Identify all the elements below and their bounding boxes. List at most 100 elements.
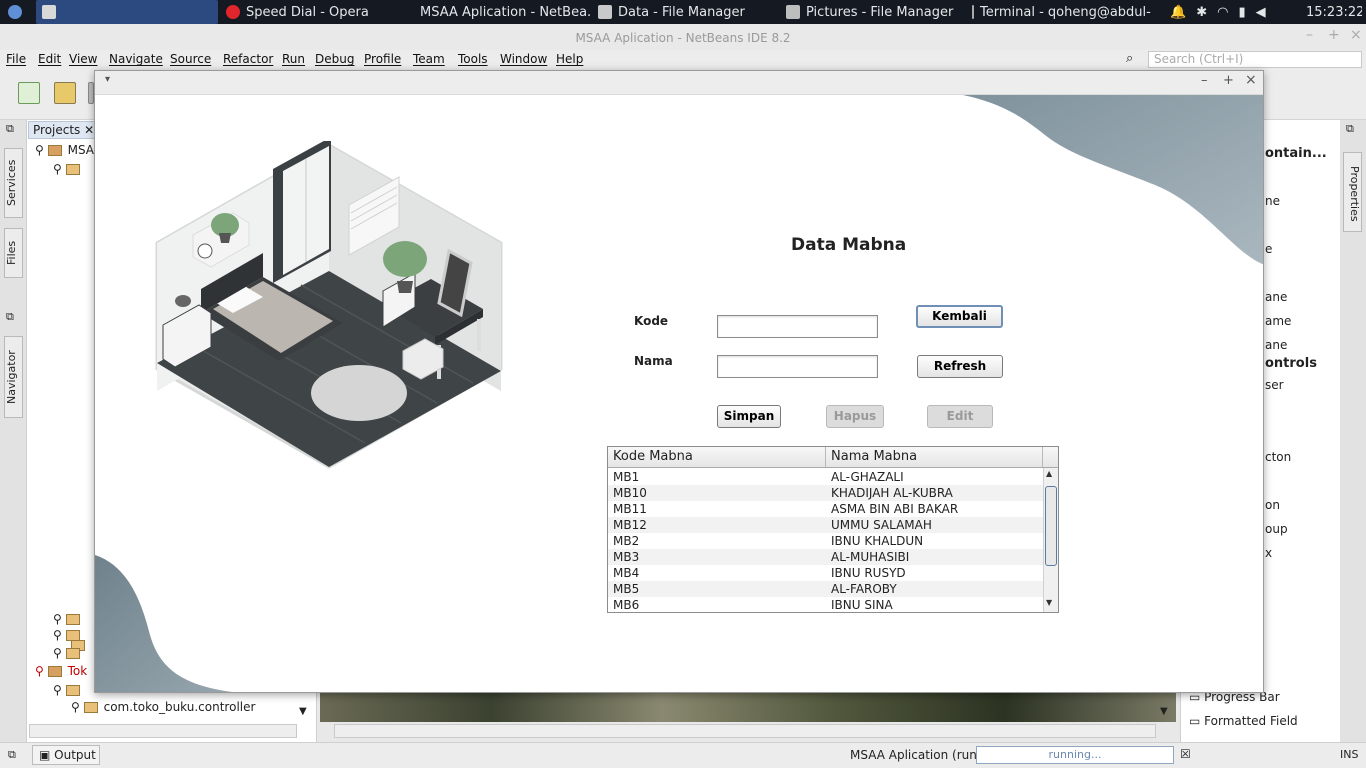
restore-window-icon[interactable]: ⧉ (6, 122, 14, 136)
palette-item[interactable]: on (1265, 498, 1280, 512)
minimize-icon[interactable]: – (1306, 27, 1313, 43)
menu-window[interactable]: Window (500, 52, 547, 66)
insert-mode-indicator: INS (1340, 748, 1359, 761)
palette-item[interactable]: ane (1265, 290, 1287, 304)
kembali-button[interactable]: Kembali (916, 305, 1003, 328)
task-label: Terminal - qoheng@abdul-... (980, 4, 1152, 20)
task-label: Speed Dial - Opera (246, 4, 369, 20)
palette-item[interactable]: e (1265, 242, 1272, 256)
editor-horizontal-scrollbar[interactable] (334, 724, 1156, 738)
hapus-button[interactable]: Hapus (826, 405, 884, 428)
tree-node[interactable]: ⚲ (53, 162, 86, 176)
simpan-button[interactable]: Simpan (717, 405, 781, 428)
cell-kode-mabna: MB6 (613, 598, 640, 612)
table-row[interactable]: MB4 IBNU RUSYD (608, 565, 1043, 581)
restore-window-icon[interactable]: ⧉ (8, 748, 16, 762)
tree-node[interactable]: ⚲ (53, 683, 86, 697)
tree-node[interactable]: ⚲ (53, 646, 86, 660)
refresh-button[interactable]: Refresh (917, 355, 1003, 378)
menu-edit[interactable]: Edit (38, 52, 61, 66)
task-opera[interactable]: Speed Dial - Opera (226, 0, 396, 24)
maximize-icon[interactable]: + (1223, 73, 1234, 88)
tree-node-controller[interactable]: ⚲ com.toko_buku.controller (71, 700, 255, 714)
palette-item-formatted-field[interactable]: ▭ Formatted Field (1189, 714, 1298, 728)
scrollbar-thumb[interactable] (1045, 486, 1057, 566)
palette-item[interactable]: oup (1265, 522, 1288, 536)
task-label: Data - File Manager (618, 4, 745, 20)
tree-node-toko[interactable]: ⚲ Tok (35, 664, 87, 678)
nama-field[interactable] (717, 355, 878, 378)
palette-item[interactable]: x (1265, 546, 1272, 560)
cell-kode-mabna: MB1 (613, 470, 640, 484)
task-terminal[interactable]: Terminal - qoheng@abdul-... (972, 0, 1152, 24)
restore-window-icon[interactable]: ⧉ (6, 310, 14, 324)
palette-item[interactable]: ame (1265, 314, 1291, 328)
scroll-down-icon[interactable]: ▼ (1160, 706, 1168, 717)
wifi-icon[interactable]: ◠ (1217, 5, 1228, 20)
palette-item[interactable]: ane (1265, 338, 1287, 352)
tree-node[interactable]: ⚲ (53, 612, 86, 626)
palette-item[interactable]: ne (1265, 194, 1280, 208)
menu-navigate[interactable]: Navigate (109, 52, 163, 66)
menu-team[interactable]: Team (413, 52, 445, 66)
menu-source[interactable]: Source (170, 52, 211, 66)
palette-category[interactable]: ontrols (1265, 356, 1317, 371)
menu-debug[interactable]: Debug (315, 52, 354, 66)
volume-icon[interactable]: ◀ (1256, 5, 1266, 20)
table-row[interactable]: MB3 AL-MUHASIBI (608, 549, 1043, 565)
scroll-down-icon[interactable]: ▼ (299, 706, 313, 722)
table-row[interactable]: MB11 ASMA BIN ABI BAKAR (608, 501, 1043, 517)
tab-files[interactable]: Files (4, 228, 23, 278)
start-menu-icon[interactable] (8, 0, 30, 24)
kode-field[interactable] (717, 315, 878, 338)
menu-run[interactable]: Run (282, 52, 305, 66)
table-vertical-scrollbar[interactable]: ▲ ▼ (1043, 468, 1058, 612)
new-project-icon[interactable] (54, 82, 76, 104)
close-icon[interactable]: ✕ (84, 123, 94, 137)
column-header-kode[interactable]: Kode Mabna (608, 447, 826, 467)
scroll-down-icon[interactable]: ▼ (1046, 598, 1052, 607)
table-row[interactable]: MB2 IBNU KHALDUN (608, 533, 1043, 549)
menu-tools[interactable]: Tools (458, 52, 488, 66)
tab-projects[interactable]: Projects ✕ (28, 121, 98, 139)
task-active-java[interactable] (36, 0, 218, 24)
palette-item[interactable]: cton (1265, 450, 1291, 464)
output-tab[interactable]: ▣ Output (32, 745, 100, 765)
close-icon[interactable]: × (1245, 72, 1257, 88)
menu-view[interactable]: View (69, 52, 97, 66)
palette-item[interactable]: ser (1265, 378, 1284, 392)
table-row[interactable]: MB10 KHADIJAH AL-KUBRA (608, 485, 1043, 501)
new-file-icon[interactable] (18, 82, 40, 104)
tab-navigator[interactable]: Navigator (4, 336, 23, 418)
menu-profile[interactable]: Profile (364, 52, 401, 66)
edit-button[interactable]: Edit (927, 405, 993, 428)
minimize-icon[interactable]: – (1201, 73, 1208, 88)
projects-horizontal-scrollbar[interactable] (29, 724, 297, 738)
table-row[interactable]: MB1 AL-GHAZALI (608, 469, 1043, 485)
maximize-icon[interactable]: + (1328, 27, 1340, 43)
tree-node[interactable]: ⚲ (53, 628, 86, 642)
terminal-icon (972, 5, 974, 19)
table-row[interactable]: MB12 UMMU SALAMAH (608, 517, 1043, 533)
cancel-run-icon[interactable]: ☒ (1180, 747, 1191, 761)
tree-node-msaa[interactable]: ⚲ MSA (35, 143, 94, 157)
close-icon[interactable]: × (1350, 27, 1362, 43)
menu-file[interactable]: File (6, 52, 26, 66)
task-file-manager-pictures[interactable]: Pictures - File Manager (786, 0, 956, 24)
bell-icon[interactable]: 🔔 (1170, 5, 1186, 20)
menu-help[interactable]: Help (556, 52, 583, 66)
battery-icon[interactable]: ▮ (1238, 5, 1245, 20)
scroll-up-icon[interactable]: ▲ (1046, 469, 1052, 478)
tab-services[interactable]: Services (4, 148, 23, 218)
window-menu-icon[interactable]: ▾ (105, 74, 110, 85)
column-header-nama[interactable]: Nama Mabna (826, 447, 1043, 467)
task-netbeans[interactable]: MSAA Aplication - NetBea... (414, 0, 590, 24)
menu-refactor[interactable]: Refactor (223, 52, 273, 66)
table-row[interactable]: MB5 AL-FAROBY (608, 581, 1043, 597)
ide-search-input[interactable]: Search (Ctrl+I) (1148, 51, 1362, 68)
tab-properties[interactable]: Properties (1343, 152, 1362, 232)
bluetooth-icon[interactable]: ✱ (1196, 5, 1207, 20)
table-row[interactable]: MB6 IBNU SINA (608, 597, 1043, 612)
task-file-manager-data[interactable]: Data - File Manager (598, 0, 768, 24)
restore-window-icon[interactable]: ⧉ (1346, 122, 1354, 136)
